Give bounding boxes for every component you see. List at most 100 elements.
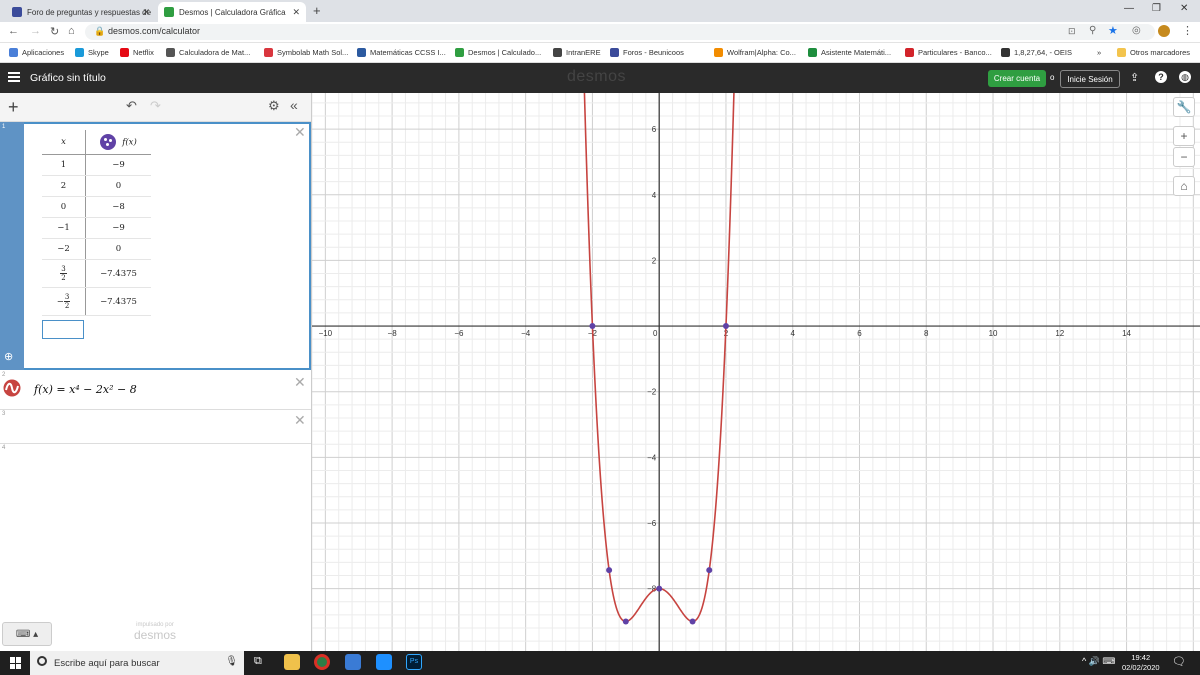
table-cell-y[interactable]: 0 — [85, 238, 151, 260]
taskbar-clock[interactable]: 19:42 02/02/2020 — [1122, 653, 1160, 673]
microphone-icon[interactable]: 🎙 — [225, 656, 238, 667]
lock-icon[interactable]: 🔒 — [94, 26, 105, 37]
table-cell-x[interactable]: 0 — [42, 196, 86, 218]
table-cell-x[interactable]: 2 — [42, 175, 86, 197]
bookmark-item[interactable]: Skype — [75, 48, 109, 57]
bookmark-item[interactable]: Wolfram|Alpha: Co... — [714, 48, 796, 57]
url-box[interactable] — [85, 24, 1155, 40]
zoom-icon[interactable]: ⚲ — [1089, 25, 1096, 36]
table-cell-x[interactable]: −3 2 — [42, 287, 86, 316]
empty-expression-row[interactable] — [0, 410, 311, 444]
photoshop-icon[interactable]: Ps — [406, 654, 422, 670]
table-cell-x[interactable]: −1 — [42, 217, 86, 239]
keyboard-toggle-button[interactable]: ⌨ ▴ — [2, 622, 52, 646]
close-tab-icon[interactable]: ✕ — [142, 7, 150, 18]
star-icon[interactable]: ★ — [1108, 24, 1118, 37]
home-icon[interactable]: ⌂ — [68, 25, 75, 37]
tab-forum[interactable]: Foro de preguntas y respuestas de ✕ — [6, 2, 156, 22]
expression-gutter-active — [0, 122, 24, 370]
new-tab-button[interactable]: + — [313, 3, 321, 18]
vscode-icon[interactable] — [376, 654, 392, 670]
profile-avatar[interactable] — [1158, 25, 1170, 37]
redo-icon[interactable]: ↷ — [150, 98, 161, 114]
x-tick-label: 6 — [857, 329, 862, 338]
close-tab-icon[interactable]: ✕ — [292, 7, 300, 18]
table-new-cell-input[interactable] — [42, 320, 84, 339]
add-expression-button[interactable]: + — [8, 97, 19, 118]
taskbar-search-input[interactable]: Escribe aquí para buscar 🎙 — [30, 651, 244, 675]
bookmark-item[interactable]: Foros - Beunicoos — [610, 48, 684, 57]
bookmark-item[interactable]: Asistente Matemáti... — [808, 48, 891, 57]
default-view-home-icon[interactable]: ⌂ — [1173, 176, 1195, 196]
system-tray-icons[interactable]: ^ 🔊 ⌨ — [1082, 656, 1115, 667]
table-cell-x[interactable]: −2 — [42, 238, 86, 260]
bookmark-item[interactable]: Aplicaciones — [9, 48, 64, 57]
clock-time: 19:42 — [1131, 653, 1151, 662]
help-icon[interactable]: ? — [1155, 71, 1167, 83]
restore-icon[interactable]: ❐ — [1152, 3, 1161, 14]
other-bookmarks[interactable]: Otros marcadores — [1117, 48, 1190, 57]
zoom-out-button[interactable]: − — [1173, 147, 1195, 167]
tab-desmos[interactable]: Desmos | Calculadora Gráfica ✕ — [158, 2, 306, 22]
y-tick-label: 4 — [652, 191, 657, 200]
close-window-icon[interactable]: ✕ — [1180, 3, 1188, 14]
delete-expression-icon[interactable]: ✕ — [294, 412, 306, 429]
table-cell-x[interactable]: 32 — [42, 259, 86, 288]
sign-in-button[interactable]: Inicie Sesión — [1060, 70, 1120, 88]
task-view-icon[interactable]: ⧉ — [254, 655, 262, 668]
undo-icon[interactable]: ↶ — [126, 98, 137, 114]
table-cell-y[interactable]: −9 — [85, 217, 151, 239]
table-cell-y[interactable]: −7.4375 — [85, 287, 151, 316]
language-icon[interactable]: ◍ — [1179, 71, 1191, 83]
bookmark-item[interactable]: Particulares - Banco... — [905, 48, 992, 57]
photos-icon[interactable] — [345, 654, 361, 670]
y-tick-label: −6 — [647, 519, 657, 528]
file-explorer-icon[interactable] — [284, 654, 300, 670]
table-header-x[interactable]: x — [42, 130, 86, 155]
more-menu-icon[interactable]: ⋮ — [1182, 24, 1193, 37]
table-cell-x[interactable]: 1 — [42, 154, 86, 176]
graph-title[interactable]: Gráfico sin título — [30, 72, 106, 84]
table-header-y[interactable]: f(x) — [85, 130, 151, 155]
menu-icon[interactable] — [8, 72, 20, 82]
delete-expression-icon[interactable]: ✕ — [294, 374, 306, 391]
table-cell-y[interactable]: −9 — [85, 154, 151, 176]
point-style-icon[interactable] — [100, 134, 117, 150]
bookmark-item[interactable]: IntranERE — [553, 48, 601, 57]
bookmark-item[interactable]: Calculadora de Mat... — [166, 48, 250, 57]
bookmark-label: Matemáticas CCSS I... — [370, 48, 446, 57]
fraction: 32 — [60, 265, 67, 282]
function-formula[interactable]: f(x) = x⁴ − 2x² − 8 — [34, 383, 137, 396]
bookmark-item[interactable]: Desmos | Calculado... — [455, 48, 541, 57]
chrome-icon[interactable] — [314, 654, 330, 670]
windows-start-icon[interactable] — [10, 657, 22, 669]
extension-icon[interactable]: ◎ — [1132, 25, 1141, 36]
url-text[interactable]: desmos.com/calculator — [108, 26, 200, 36]
delete-expression-icon[interactable]: ✕ — [294, 124, 306, 141]
back-icon[interactable]: ← — [8, 25, 19, 37]
table-cell-y[interactable]: −7.4375 — [85, 259, 151, 288]
bookmark-item[interactable]: Netflix — [120, 48, 154, 57]
table-cell-y[interactable]: 0 — [85, 175, 151, 197]
forward-icon[interactable]: → — [30, 25, 41, 37]
minimize-icon[interactable]: — — [1124, 3, 1134, 14]
graph-canvas[interactable]: −10 −8 −6 −4 −2 0 2 4 6 8 10 12 14−8−6−4−2246 — [312, 93, 1200, 651]
settings-gear-icon[interactable]: ⚙ — [268, 98, 280, 114]
notifications-icon[interactable]: 🗨 — [1172, 655, 1186, 668]
function-color-icon[interactable] — [3, 379, 21, 397]
create-account-button[interactable]: Crear cuenta — [988, 70, 1046, 87]
zoom-in-button[interactable]: + — [1173, 126, 1195, 146]
bookmark-item[interactable]: Matemáticas CCSS I... — [357, 48, 446, 57]
bookmark-item[interactable]: Symbolab Math Sol... — [264, 48, 348, 57]
bookmark-item[interactable]: 1,8,27,64, - OEIS — [1001, 48, 1072, 57]
graph-settings-wrench-icon[interactable]: 🔧 — [1173, 97, 1195, 117]
y-tick-label: −4 — [647, 453, 657, 462]
bookmarks-more-icon[interactable]: » — [1097, 48, 1101, 57]
collapse-panel-icon[interactable]: « — [290, 97, 298, 113]
zoom-fit-icon[interactable]: ⊕ — [4, 350, 13, 363]
share-icon[interactable]: ⇪ — [1130, 71, 1139, 84]
table-point — [656, 585, 663, 592]
translate-icon[interactable]: ⊡ — [1068, 26, 1076, 37]
reload-icon[interactable]: ↻ — [50, 25, 59, 38]
table-cell-y[interactable]: −8 — [85, 196, 151, 218]
